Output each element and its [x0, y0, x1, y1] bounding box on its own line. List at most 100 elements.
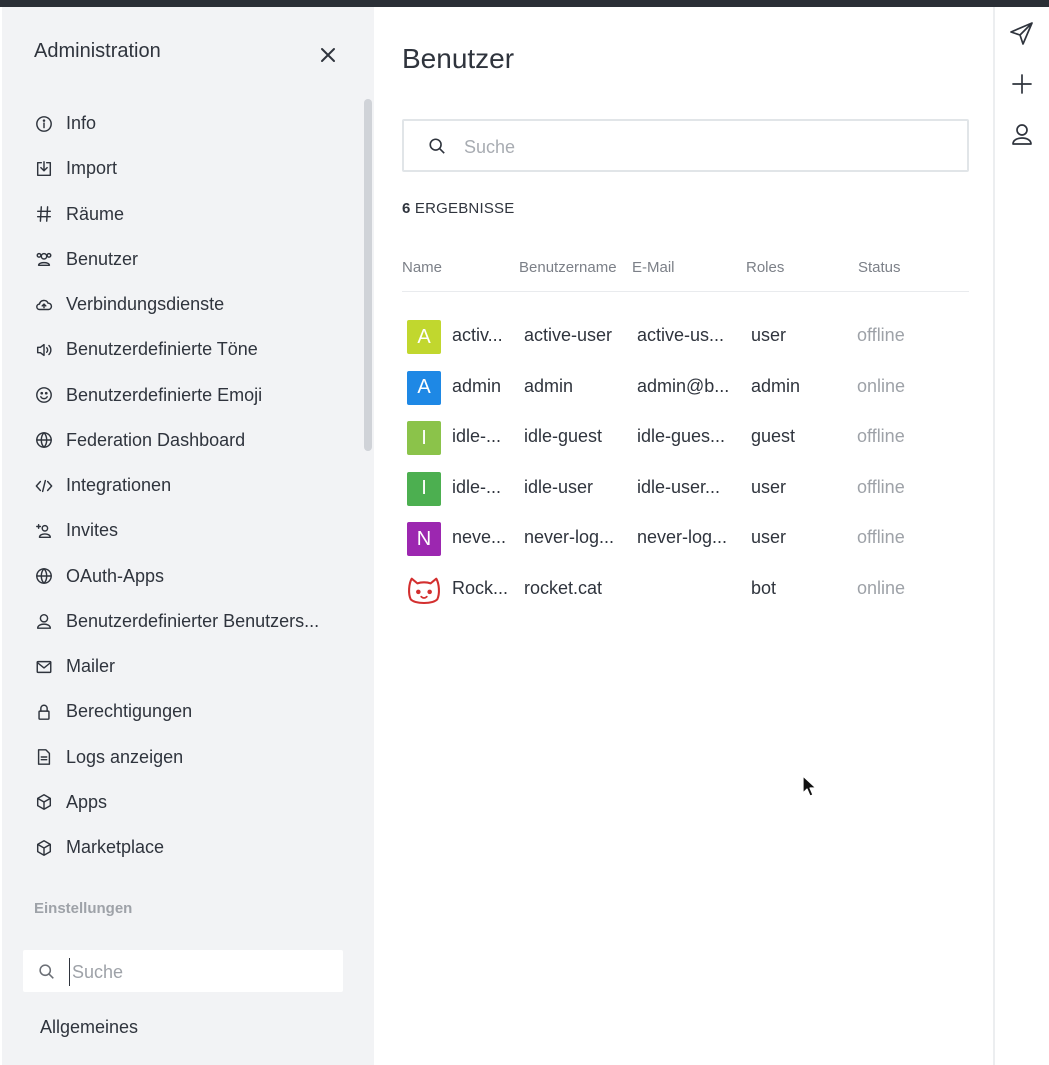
- table-header: Name Benutzername E-Mail Roles Status: [402, 259, 969, 292]
- sidebar-item-label: Benutzerdefinierte Töne: [66, 339, 258, 360]
- table-row[interactable]: A admin admin admin@b... admin online: [402, 363, 969, 414]
- results-number: 6: [402, 200, 411, 217]
- table-row[interactable]: A activ... active-user active-us... user…: [402, 312, 969, 363]
- mail-icon: [34, 657, 54, 677]
- column-header-roles[interactable]: Roles: [746, 259, 784, 276]
- plus-icon[interactable]: [1009, 71, 1035, 97]
- sidebar-item-invites[interactable]: Invites: [34, 508, 354, 553]
- search-icon: [429, 138, 445, 154]
- avatar: N: [407, 522, 441, 557]
- user-email: idle-user...: [637, 476, 721, 497]
- sidebar-scrollbar[interactable]: [364, 99, 372, 451]
- lock-icon: [34, 702, 54, 722]
- sidebar-item-label: Invites: [66, 520, 119, 541]
- sidebar-item-custom-emoji[interactable]: Benutzerdefinierte Emoji: [34, 373, 354, 418]
- emoji-icon: [34, 385, 54, 405]
- user-role: user: [751, 527, 787, 548]
- cube-icon: [34, 838, 54, 858]
- import-icon: [34, 159, 54, 179]
- user-icon: [34, 611, 54, 631]
- sidebar-title: Administration: [34, 40, 161, 62]
- sidebar-item-apps[interactable]: Apps: [34, 780, 354, 825]
- globe-icon: [34, 566, 54, 586]
- avatar: I: [407, 471, 441, 506]
- user-role: user: [751, 476, 787, 497]
- user-username: active-user: [524, 325, 613, 345]
- user-role: admin: [751, 375, 801, 396]
- sidebar-item-permissions[interactable]: Berechtigungen: [34, 689, 354, 734]
- user-name: idle-...: [452, 476, 502, 497]
- column-header-name[interactable]: Name: [402, 259, 442, 276]
- sidebar-item-label: Marketplace: [66, 837, 165, 858]
- sidebar-item-oauth-apps[interactable]: OAuth-Apps: [34, 554, 354, 599]
- user-icon[interactable]: [1009, 121, 1035, 147]
- sidebar-item-label: Integrationen: [66, 475, 172, 496]
- column-header-status[interactable]: Status: [858, 259, 901, 276]
- sidebar-item-connectivity[interactable]: Verbindungsdienste: [34, 282, 354, 327]
- sidebar-item-label: Info: [66, 113, 97, 134]
- sidebar-item-label: Mailer: [66, 656, 116, 677]
- globe-icon: [34, 430, 54, 450]
- sidebar-item-rooms[interactable]: Räume: [34, 192, 354, 237]
- right-toolbar: [995, 7, 1049, 1065]
- close-icon[interactable]: [316, 43, 340, 67]
- admin-nav: Info Import Räume Benutzer Verbindungsdi…: [34, 101, 354, 870]
- send-icon[interactable]: [1009, 20, 1035, 46]
- table-row[interactable]: Rock... rocket.cat bot online: [402, 565, 969, 616]
- sidebar-item-view-logs[interactable]: Logs anzeigen: [34, 735, 354, 780]
- code-icon: [34, 476, 54, 496]
- sidebar-item-integrations[interactable]: Integrationen: [34, 463, 354, 508]
- table-row[interactable]: N neve... never-log... never-log... user…: [402, 514, 969, 565]
- sidebar-item-label: Federation Dashboard: [66, 429, 246, 450]
- avatar: A: [407, 320, 441, 354]
- user-username: never-log...: [524, 527, 615, 548]
- search-icon: [39, 964, 54, 979]
- hash-icon: [34, 204, 54, 224]
- user-role: bot: [751, 577, 777, 598]
- column-header-email[interactable]: E-Mail: [632, 259, 675, 276]
- user-email: idle-gues...: [637, 426, 726, 447]
- sidebar-item-label: Benutzer: [66, 248, 139, 269]
- sidebar-item-info[interactable]: Info: [34, 101, 354, 146]
- sidebar-item-label: Logs anzeigen: [66, 746, 184, 767]
- user-name: admin: [452, 375, 502, 396]
- user-status: online: [857, 577, 906, 598]
- sidebar-item-federation-dashboard[interactable]: Federation Dashboard: [34, 418, 354, 463]
- user-status: offline: [857, 426, 905, 447]
- user-plus-icon: [34, 521, 54, 541]
- user-email: never-log...: [637, 527, 728, 548]
- users-panel: Benutzer 6 ERGEBNISSE Name Benutzername …: [374, 7, 994, 1065]
- user-search-input[interactable]: [462, 133, 946, 161]
- user-name: idle-...: [452, 426, 502, 447]
- sidebar-item-custom-user-status[interactable]: Benutzerdefinierter Benutzers...: [34, 599, 354, 644]
- user-name: neve...: [452, 527, 507, 548]
- sidebar-item-import[interactable]: Import: [34, 146, 354, 191]
- column-header-username[interactable]: Benutzername: [519, 259, 617, 276]
- sidebar-item-marketplace[interactable]: Marketplace: [34, 825, 354, 870]
- sidebar-item-label: OAuth-Apps: [66, 565, 165, 586]
- sidebar-item-label: Apps: [66, 791, 108, 812]
- sidebar-item-label: Räume: [66, 203, 125, 224]
- sidebar-item-users[interactable]: Benutzer: [34, 237, 354, 282]
- settings-general-link[interactable]: Allgemeines: [40, 1017, 138, 1038]
- user-name: activ...: [452, 325, 503, 345]
- sidebar-item-mailer[interactable]: Mailer: [34, 644, 354, 689]
- document-icon: [34, 747, 54, 767]
- user-username: admin: [524, 375, 574, 396]
- user-role: guest: [751, 426, 796, 447]
- user-username: idle-guest: [524, 426, 603, 447]
- sidebar-item-label: Benutzerdefinierte Emoji: [66, 384, 263, 405]
- user-status: online: [857, 375, 906, 396]
- user-email: active-us...: [637, 325, 725, 345]
- table-row[interactable]: I idle-... idle-guest idle-gues... guest…: [402, 413, 969, 464]
- user-username: idle-user: [524, 476, 594, 497]
- settings-search-input[interactable]: [69, 958, 334, 986]
- user-status: offline: [857, 476, 905, 497]
- sidebar-item-label: Berechtigungen: [66, 701, 193, 722]
- sidebar-item-custom-sounds[interactable]: Benutzerdefinierte Töne: [34, 327, 354, 372]
- settings-heading: Einstellungen: [34, 900, 133, 917]
- window-top-bar: [0, 0, 1049, 7]
- table-row[interactable]: I idle-... idle-user idle-user... user o…: [402, 464, 969, 515]
- user-search: [402, 119, 969, 172]
- user-email: admin@b...: [637, 375, 730, 396]
